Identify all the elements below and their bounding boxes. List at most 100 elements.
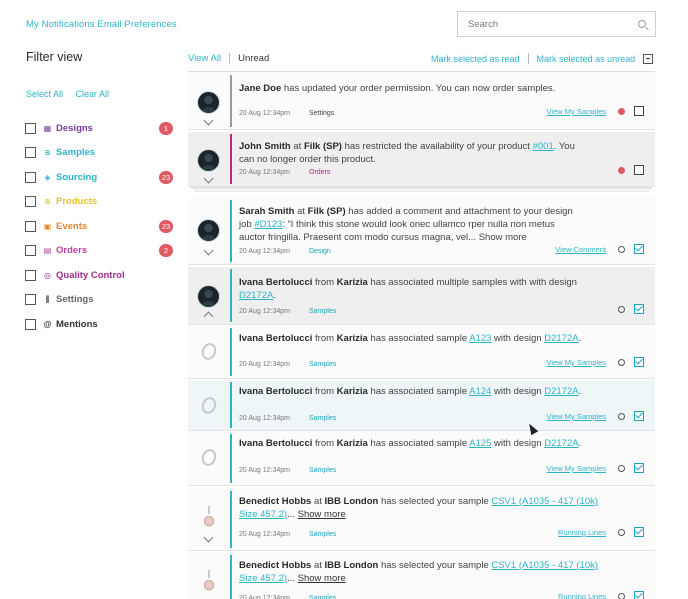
clear-all-link[interactable]: Clear All bbox=[76, 89, 110, 99]
count-badge: 23 bbox=[159, 219, 174, 233]
notification-message: Ivana Bertolucci from Karizia has associ… bbox=[239, 386, 582, 397]
sourcing-icon: ◈ bbox=[44, 172, 51, 182]
search-box[interactable] bbox=[457, 11, 656, 37]
unread-indicator[interactable] bbox=[618, 167, 625, 174]
mark-unread-button[interactable]: Mark selected as unread bbox=[537, 54, 636, 64]
read-indicator[interactable] bbox=[618, 246, 625, 253]
category-tag[interactable]: Samples bbox=[309, 531, 336, 538]
category-tag[interactable]: Samples bbox=[309, 595, 336, 599]
category-tag[interactable]: Samples bbox=[309, 308, 336, 315]
notification-item[interactable]: John Smith at Filk (SP) has restricted t… bbox=[188, 132, 655, 187]
read-indicator[interactable] bbox=[618, 593, 625, 599]
filter-checkbox[interactable] bbox=[25, 147, 36, 159]
select-all-link[interactable]: Select All bbox=[26, 89, 63, 99]
category-tag[interactable]: Design bbox=[309, 248, 331, 255]
filter-item-samples[interactable]: ≋ Samples bbox=[25, 141, 175, 166]
filter-item-orders[interactable]: ▤ Orders 2 bbox=[25, 239, 175, 264]
filter-checkbox[interactable] bbox=[25, 196, 36, 208]
notification-action-link[interactable]: View My Samples bbox=[547, 107, 606, 116]
search-input[interactable] bbox=[458, 12, 628, 36]
notification-item[interactable]: Benedict Hobbs at IBB London has selecte… bbox=[188, 489, 655, 551]
notification-timestamp: 20 Aug 12:34pm bbox=[239, 361, 290, 368]
select-all-checkbox[interactable] bbox=[643, 53, 654, 64]
notification-item[interactable]: Ivana Bertolucci from Karizia has associ… bbox=[188, 380, 655, 431]
filter-item-mentions[interactable]: @ Mentions bbox=[25, 312, 175, 337]
read-indicator[interactable] bbox=[618, 529, 625, 536]
list-divider bbox=[188, 71, 655, 72]
read-indicator[interactable] bbox=[618, 413, 625, 420]
notification-item[interactable]: Jane Doe has updated your order permissi… bbox=[188, 73, 655, 130]
filter-item-sourcing[interactable]: ◈ Sourcing 23 bbox=[25, 165, 175, 190]
category-accent-bar bbox=[230, 382, 232, 428]
product-thumbnail bbox=[198, 393, 220, 419]
notification-message: Benedict Hobbs at IBB London has selecte… bbox=[239, 560, 599, 584]
notification-message: Ivana Bertolucci from Karizia has associ… bbox=[239, 277, 577, 301]
notification-message: Ivana Bertolucci from Karizia has associ… bbox=[239, 438, 582, 449]
filter-item-designs[interactable]: ▦ Designs 1 bbox=[25, 116, 175, 141]
tab-view-all[interactable]: View All bbox=[188, 53, 221, 64]
category-tag[interactable]: Settings bbox=[309, 110, 334, 117]
tab-divider bbox=[229, 53, 231, 64]
notification-item[interactable]: Ivana Bertolucci from Karizia has associ… bbox=[188, 267, 655, 325]
notification-checkbox[interactable] bbox=[634, 165, 644, 175]
filter-checkbox[interactable] bbox=[25, 245, 36, 257]
notification-item[interactable]: Ivana Bertolucci from Karizia has associ… bbox=[188, 432, 655, 486]
filter-view-title: Filter view bbox=[26, 50, 83, 64]
samples-icon: ≋ bbox=[44, 148, 51, 158]
filter-label: Settings bbox=[56, 294, 94, 306]
notification-item[interactable]: Ivana Bertolucci from Karizia has associ… bbox=[188, 326, 655, 379]
filter-item-quality-control[interactable]: ◎ Quality Control bbox=[25, 263, 175, 288]
notification-checkbox[interactable] bbox=[634, 527, 644, 537]
notification-timestamp: 20 Aug 12:34pm bbox=[239, 308, 290, 315]
read-indicator[interactable] bbox=[618, 306, 625, 313]
notification-checkbox[interactable] bbox=[634, 411, 644, 421]
filter-item-settings[interactable]: ⫼ Settings bbox=[25, 288, 175, 313]
filter-item-events[interactable]: ▣ Events 23 bbox=[25, 214, 175, 239]
notification-checkbox[interactable] bbox=[634, 106, 644, 116]
notification-action-link[interactable]: Running Lines bbox=[558, 528, 606, 537]
category-tag[interactable]: Samples bbox=[309, 415, 336, 422]
filter-item-products[interactable]: ≋ Products bbox=[25, 190, 175, 215]
filter-checkbox[interactable] bbox=[25, 318, 36, 330]
category-tag[interactable]: Samples bbox=[309, 467, 336, 474]
filter-checkbox[interactable] bbox=[25, 122, 36, 134]
unread-indicator[interactable] bbox=[618, 108, 625, 115]
filter-checkbox[interactable] bbox=[25, 220, 36, 232]
chevron-down-icon[interactable] bbox=[203, 532, 214, 543]
notification-settings-breadcrumb[interactable]: My Notifications Email Preferences bbox=[26, 19, 177, 30]
tab-unread[interactable]: Unread bbox=[238, 53, 269, 64]
filter-checkbox[interactable] bbox=[25, 171, 36, 183]
notification-checkbox[interactable] bbox=[634, 357, 644, 367]
mark-read-button[interactable]: Mark selected as read bbox=[431, 54, 520, 64]
category-tag[interactable]: Samples bbox=[309, 361, 336, 368]
read-indicator[interactable] bbox=[618, 465, 625, 472]
filter-label: Orders bbox=[56, 245, 88, 257]
notification-checkbox[interactable] bbox=[634, 304, 644, 314]
notification-item[interactable]: Sarah Smith at Filk (SP) has added a com… bbox=[188, 198, 655, 265]
category-tag[interactable]: Orders bbox=[309, 169, 330, 176]
notification-item[interactable]: Benedict Hobbs at IBB London has selecte… bbox=[188, 553, 655, 599]
filter-checkbox[interactable] bbox=[25, 294, 36, 306]
notification-checkbox[interactable] bbox=[634, 463, 644, 473]
notification-action-link[interactable]: View Comment bbox=[555, 245, 606, 254]
notification-action-link[interactable]: View My Samples bbox=[547, 358, 606, 367]
settings-icon: ⫼ bbox=[45, 294, 50, 304]
chevron-down-icon[interactable] bbox=[203, 173, 214, 184]
filter-label: Products bbox=[56, 196, 98, 208]
search-icon[interactable] bbox=[638, 20, 646, 28]
notification-checkbox[interactable] bbox=[634, 244, 644, 254]
pendant-image bbox=[204, 506, 214, 527]
count-badge: 1 bbox=[159, 121, 173, 135]
notification-action-link[interactable]: View My Samples bbox=[547, 464, 606, 473]
chevron-down-icon[interactable] bbox=[203, 245, 214, 256]
notification-action-link[interactable]: View My Samples bbox=[547, 412, 606, 421]
notification-timestamp: 20 Aug 12:34pm bbox=[239, 467, 290, 474]
notification-action-link[interactable]: Running Lines bbox=[558, 592, 606, 599]
filter-list: ▦ Designs 1 ≋ Samples ◈ Sourcing 23 ≋ Products ▣ Ev… bbox=[25, 116, 175, 337]
read-indicator[interactable] bbox=[618, 359, 625, 366]
notification-checkbox[interactable] bbox=[634, 591, 644, 599]
filter-checkbox[interactable] bbox=[25, 269, 36, 281]
chevron-down-icon[interactable] bbox=[203, 115, 214, 126]
chevron-up-icon[interactable] bbox=[203, 311, 214, 322]
avatar bbox=[197, 285, 220, 308]
